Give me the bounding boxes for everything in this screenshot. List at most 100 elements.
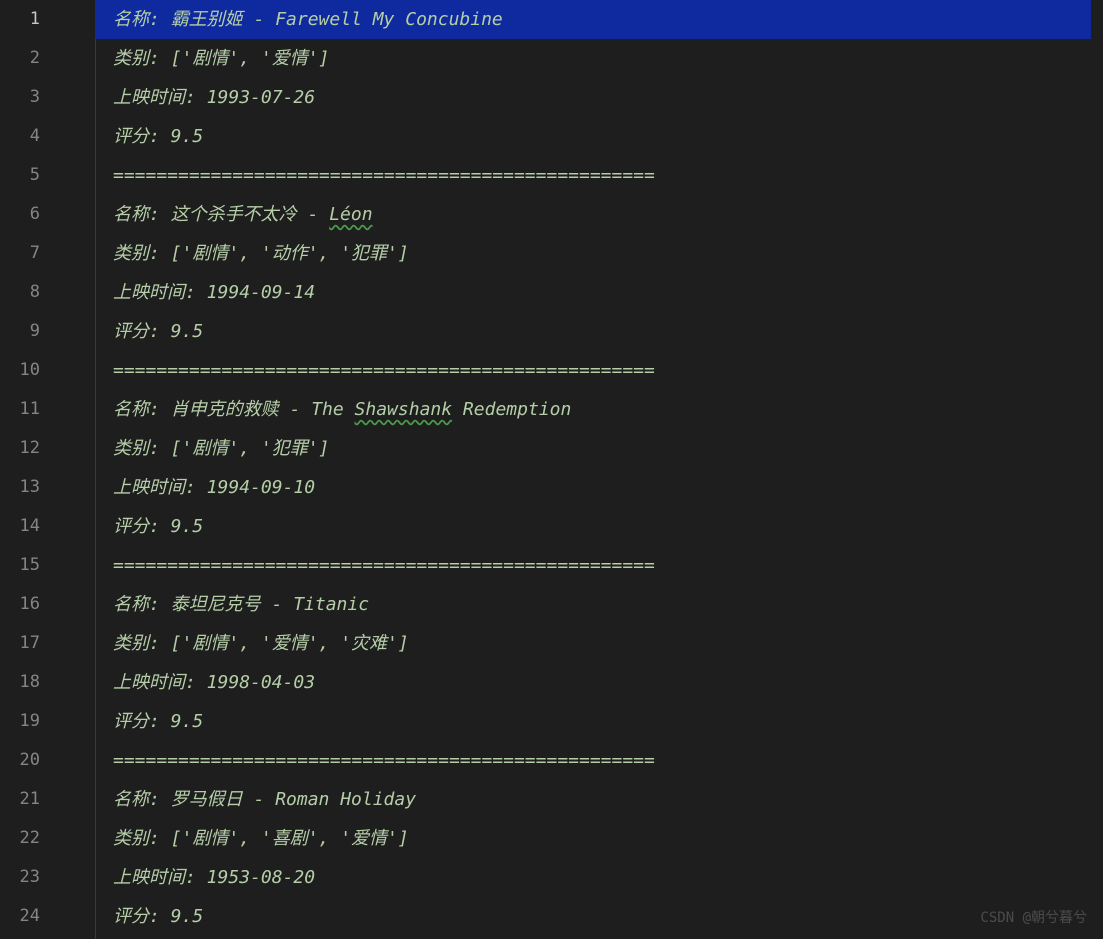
line-content[interactable]: 上映时间: 1998-04-03	[95, 663, 1103, 702]
gutter-gap	[60, 195, 95, 234]
line-content[interactable]: 类别: ['剧情', '爱情']	[95, 39, 1103, 78]
line-content[interactable]: ========================================…	[95, 741, 1103, 780]
field-value: 1998-04-03	[196, 672, 315, 693]
watermark-text: CSDN @朝兮暮兮	[980, 907, 1087, 927]
field-label: 评分:	[113, 516, 160, 537]
field-value: 9.5	[160, 321, 203, 342]
editor-row[interactable]: 2 类别: ['剧情', '爱情']	[0, 39, 1103, 78]
editor-row[interactable]: 16名称: 泰坦尼克号 - Titanic	[0, 585, 1103, 624]
editor-row[interactable]: 14 评分: 9.5	[0, 507, 1103, 546]
gutter-gap	[60, 390, 95, 429]
field-value: 肖申克的救赎 - The	[160, 399, 355, 420]
editor-row[interactable]: 7 类别: ['剧情', '动作', '犯罪']	[0, 234, 1103, 273]
line-content[interactable]: 名称: 肖申克的救赎 - The Shawshank Redemption	[95, 390, 1103, 429]
field-label: 名称:	[113, 9, 160, 30]
line-content[interactable]: ========================================…	[95, 156, 1103, 195]
line-content[interactable]: 类别: ['剧情', '爱情', '灾难']	[95, 624, 1103, 663]
field-label: 上映时间:	[113, 867, 196, 888]
editor-row[interactable]: 15======================================…	[0, 546, 1103, 585]
field-label: 名称:	[113, 399, 160, 420]
editor-row[interactable]: 3上映时间: 1993-07-26	[0, 78, 1103, 117]
line-content[interactable]: 评分: 9.5	[95, 507, 1103, 546]
line-content[interactable]: 名称: 这个杀手不太冷 - Léon	[95, 195, 1103, 234]
field-value: 这个杀手不太冷 -	[160, 204, 329, 225]
separator-text: ========================================…	[113, 165, 655, 186]
line-number: 14	[0, 507, 60, 546]
editor-row[interactable]: 20 ======================================…	[0, 741, 1103, 780]
editor-row[interactable]: 17 类别: ['剧情', '爱情', '灾难']	[0, 624, 1103, 663]
editor-row[interactable]: 12类别: ['剧情', '犯罪']	[0, 429, 1103, 468]
line-content[interactable]: 类别: ['剧情', '动作', '犯罪']	[95, 234, 1103, 273]
field-value: ['剧情', '爱情', '灾难']	[160, 633, 409, 654]
line-content[interactable]: 名称: 霸王别姬 - Farewell My Concubine	[95, 0, 1091, 39]
line-number: 2	[0, 39, 60, 78]
editor-row[interactable]: 5=======================================…	[0, 156, 1103, 195]
editor-row[interactable]: 4评分: 9.5	[0, 117, 1103, 156]
field-value-underlined: Shawshank	[355, 399, 453, 420]
line-number: 13	[0, 468, 60, 507]
field-value: 9.5	[160, 516, 203, 537]
gutter-gap	[60, 351, 95, 390]
gutter-gap	[60, 741, 95, 780]
separator-text: ========================================…	[113, 750, 655, 771]
line-content[interactable]: 评分: 9.5	[95, 897, 1103, 936]
separator-text: ========================================…	[113, 360, 655, 381]
field-label: 名称:	[113, 594, 160, 615]
line-content[interactable]: 上映时间: 1994-09-10	[95, 468, 1103, 507]
field-label: 类别:	[113, 243, 160, 264]
field-label: 名称:	[113, 789, 160, 810]
line-content[interactable]: 类别: ['剧情', '犯罪']	[95, 429, 1103, 468]
line-content[interactable]: 评分: 9.5	[95, 117, 1103, 156]
editor-row[interactable]: 8上映时间: 1994-09-14	[0, 273, 1103, 312]
field-value: Redemption	[452, 399, 571, 420]
line-content[interactable]: 类别: ['剧情', '喜剧', '爱情']	[95, 819, 1103, 858]
editor-row[interactable]: 9评分: 9.5	[0, 312, 1103, 351]
line-number: 1	[0, 0, 60, 39]
editor-row[interactable]: 11 名称: 肖申克的救赎 - The Shawshank Redemption	[0, 390, 1103, 429]
editor-rows: 1 名称: 霸王别姬 - Farewell My Concubine 2 类别: ['…	[0, 0, 1103, 939]
field-value: 罗马假日 - Roman Holiday	[160, 789, 416, 810]
line-content[interactable]: 上映时间: 1993-07-26	[95, 78, 1103, 117]
editor-row[interactable]: 6名称: 这个杀手不太冷 - Léon	[0, 195, 1103, 234]
line-content[interactable]: 上映时间: 1994-09-14	[95, 273, 1103, 312]
line-content[interactable]: 评分: 9.5	[95, 312, 1103, 351]
field-label: 上映时间:	[113, 477, 196, 498]
line-content[interactable]: 评分: 9.5	[95, 702, 1103, 741]
gutter-gap	[60, 819, 95, 858]
editor-row[interactable]: 10 ======================================…	[0, 351, 1103, 390]
line-number: 11	[0, 390, 60, 429]
editor-row[interactable]: 18上映时间: 1998-04-03	[0, 663, 1103, 702]
gutter-gap	[60, 897, 95, 936]
code-editor[interactable]: 1 名称: 霸王别姬 - Farewell My Concubine 2 类别: ['…	[0, 0, 1103, 939]
field-value-underlined: Léon	[329, 204, 372, 225]
gutter-gap	[60, 78, 95, 117]
line-number: 10	[0, 351, 60, 390]
field-label: 名称:	[113, 204, 160, 225]
gutter-gap	[60, 858, 95, 897]
field-value: 9.5	[160, 906, 203, 927]
field-label: 评分:	[113, 906, 160, 927]
field-label: 上映时间:	[113, 282, 196, 303]
field-value: 1994-09-10	[196, 477, 315, 498]
gutter-gap	[60, 702, 95, 741]
line-number: 20	[0, 741, 60, 780]
line-content[interactable]: 上映时间: 1953-08-20	[95, 858, 1103, 897]
gutter-gap	[60, 663, 95, 702]
line-content[interactable]: 名称: 泰坦尼克号 - Titanic	[95, 585, 1103, 624]
field-label: 类别:	[113, 828, 160, 849]
gutter-gap	[60, 507, 95, 546]
line-number: 7	[0, 234, 60, 273]
line-content[interactable]: ========================================…	[95, 351, 1103, 390]
editor-row[interactable]: 1 名称: 霸王别姬 - Farewell My Concubine	[0, 0, 1103, 39]
editor-row[interactable]: 13 上映时间: 1994-09-10	[0, 468, 1103, 507]
gutter-gap	[60, 546, 95, 585]
editor-row[interactable]: 19评分: 9.5	[0, 702, 1103, 741]
editor-row[interactable]: 24评分: 9.5	[0, 897, 1103, 936]
line-number: 17	[0, 624, 60, 663]
field-value: 1994-09-14	[196, 282, 315, 303]
editor-row[interactable]: 22类别: ['剧情', '喜剧', '爱情']	[0, 819, 1103, 858]
line-content[interactable]: ========================================…	[95, 546, 1103, 585]
editor-row[interactable]: 23上映时间: 1953-08-20	[0, 858, 1103, 897]
editor-row[interactable]: 21名称: 罗马假日 - Roman Holiday	[0, 780, 1103, 819]
line-content[interactable]: 名称: 罗马假日 - Roman Holiday	[95, 780, 1103, 819]
